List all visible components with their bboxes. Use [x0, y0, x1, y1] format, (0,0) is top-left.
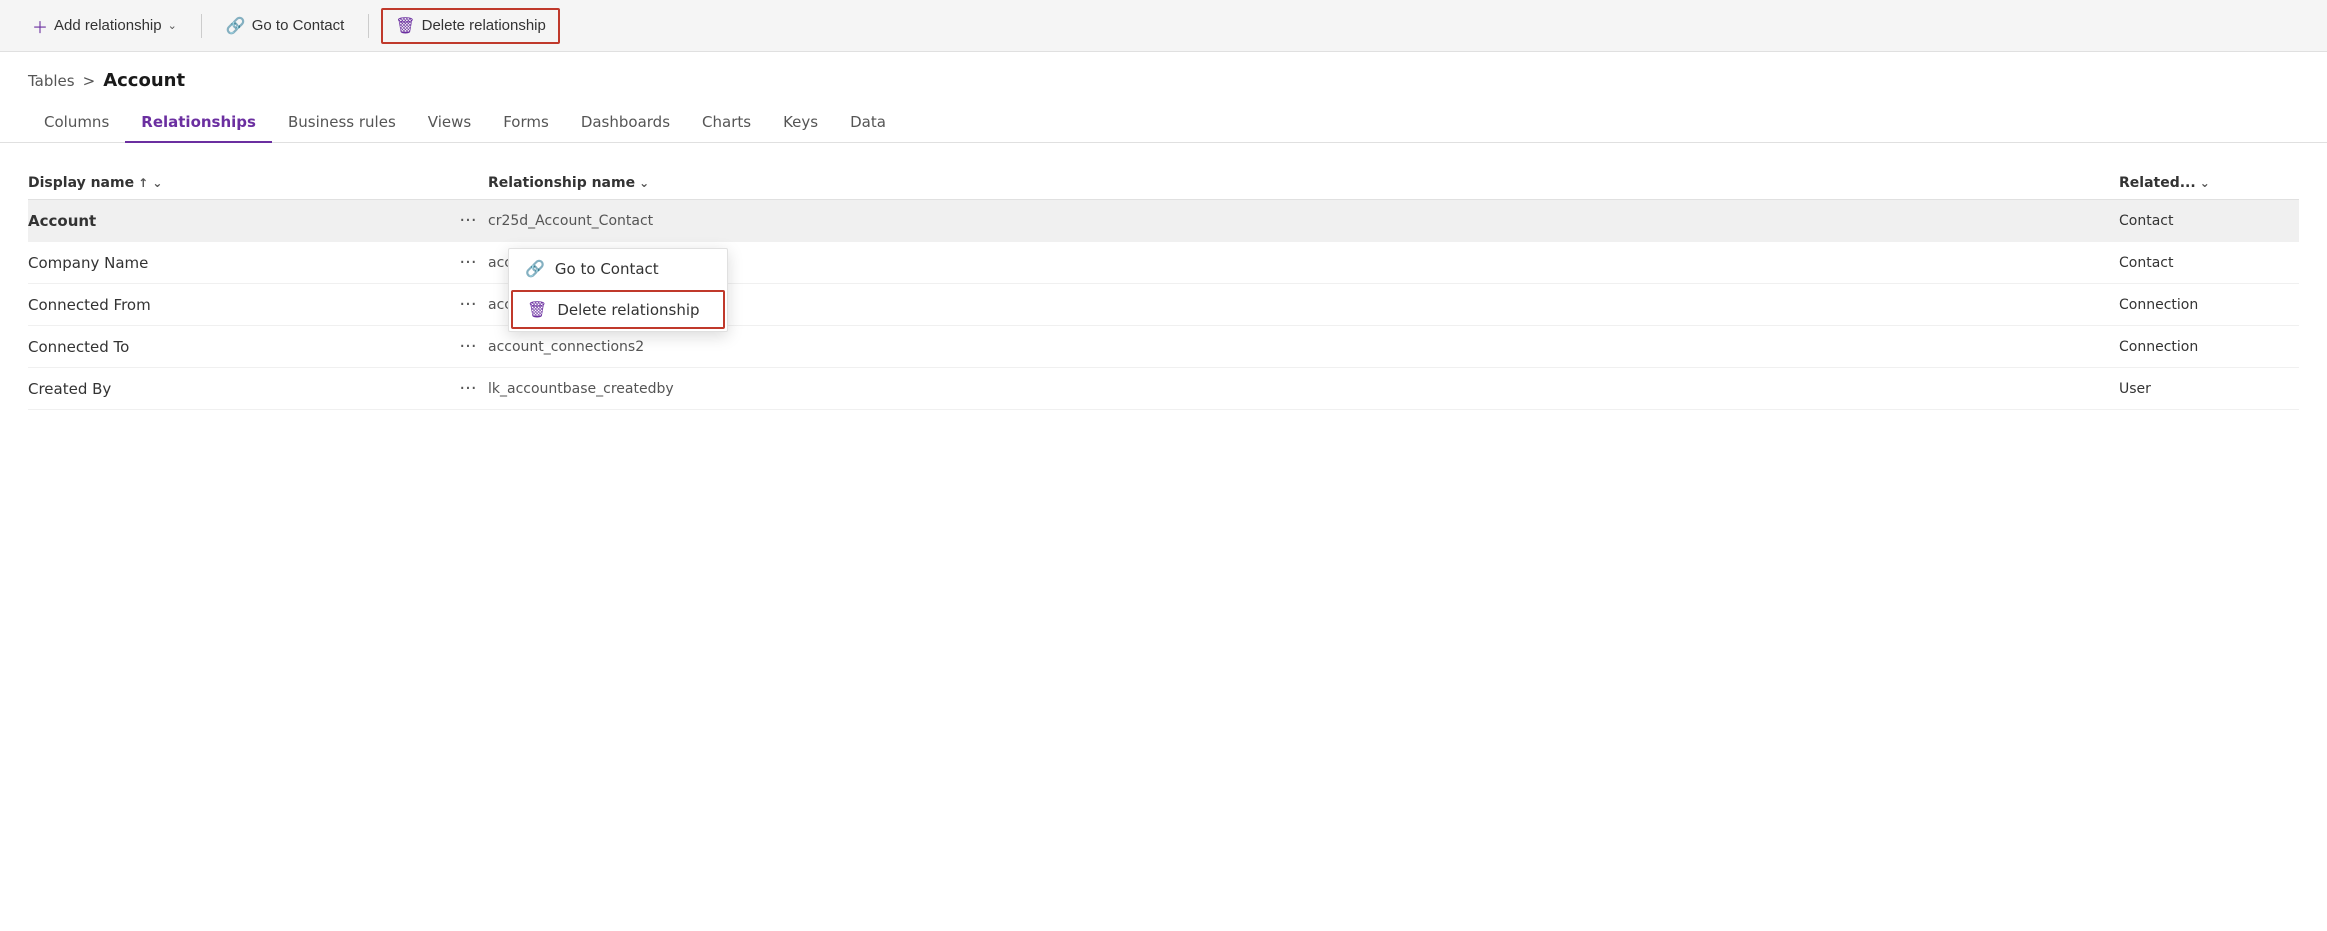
tab-forms[interactable]: Forms — [487, 103, 565, 143]
cell-rel-name: account_connections2 — [488, 339, 2119, 355]
tab-charts[interactable]: Charts — [686, 103, 767, 143]
breadcrumb: Tables > Account — [0, 52, 2327, 91]
cell-display-name: Account — [28, 212, 448, 230]
col-header-display-name: Display name ↑ ⌄ — [28, 175, 448, 191]
row-actions-button[interactable]: ··· — [448, 294, 488, 315]
add-relationship-button[interactable]: ＋ Add relationship ⌄ — [20, 8, 189, 44]
toolbar-separator-2 — [368, 14, 369, 38]
cell-related: User — [2119, 381, 2299, 397]
chevron-down-icon: ⌄ — [168, 19, 177, 32]
cell-rel-name: lk_accountbase_createdby — [488, 381, 2119, 397]
cell-display-name: Connected From — [28, 296, 448, 314]
table-row[interactable]: Connected From ··· account_connections1 … — [28, 284, 2299, 326]
delete-relationship-label: Delete relationship — [422, 17, 546, 34]
main-content: Display name ↑ ⌄ Relationship name ⌄ Rel… — [0, 143, 2327, 434]
table-header: Display name ↑ ⌄ Relationship name ⌄ Rel… — [28, 167, 2299, 200]
row-actions-button[interactable]: ··· — [448, 378, 488, 399]
context-delete-relationship-label: Delete relationship — [557, 301, 699, 319]
plus-icon: ＋ — [32, 14, 48, 38]
table-row[interactable]: Account ··· cr25d_Account_Contact Contac… — [28, 200, 2299, 242]
col-header-rel-name: Relationship name ⌄ — [488, 175, 2119, 191]
cell-related: Connection — [2119, 297, 2299, 313]
table-row[interactable]: Company Name ··· account_accounts Contac… — [28, 242, 2299, 284]
link-icon: 🔗 — [525, 259, 545, 278]
row-actions-button[interactable]: ··· — [448, 210, 488, 231]
cell-related: Contact — [2119, 255, 2299, 271]
row-actions-button[interactable]: ··· — [448, 252, 488, 273]
breadcrumb-current: Account — [103, 70, 185, 91]
trash-icon: 🗑 — [527, 300, 547, 319]
sort-icons-rel-name[interactable]: ⌄ — [639, 176, 649, 190]
link-icon: 🔗 — [226, 16, 246, 36]
col-header-related: Related... ⌄ — [2119, 175, 2299, 191]
tab-relationships[interactable]: Relationships — [125, 103, 272, 143]
cell-rel-name: account_connections1 — [488, 297, 2119, 313]
cell-related: Contact — [2119, 213, 2299, 229]
tab-views[interactable]: Views — [412, 103, 487, 143]
toolbar-separator — [201, 14, 202, 38]
cell-display-name: Created By — [28, 380, 448, 398]
context-go-to-contact[interactable]: 🔗 Go to Contact — [509, 249, 727, 288]
cell-rel-name: account_accounts — [488, 255, 2119, 271]
cell-display-name: Connected To — [28, 338, 448, 356]
tab-columns[interactable]: Columns — [28, 103, 125, 143]
context-go-to-contact-label: Go to Contact — [555, 260, 659, 278]
delete-relationship-button[interactable]: 🗑 Delete relationship — [381, 8, 560, 44]
go-to-contact-label: Go to Contact — [252, 17, 345, 34]
sort-icons-display-name[interactable]: ↑ ⌄ — [138, 176, 162, 190]
tab-data[interactable]: Data — [834, 103, 902, 143]
cell-rel-name: cr25d_Account_Contact — [488, 213, 2119, 229]
tabs-nav: Columns Relationships Business rules Vie… — [0, 91, 2327, 143]
breadcrumb-separator: > — [83, 72, 96, 90]
sort-icons-related[interactable]: ⌄ — [2200, 176, 2210, 190]
add-relationship-label: Add relationship — [54, 17, 162, 34]
table-row[interactable]: Connected To ··· account_connections2 Co… — [28, 326, 2299, 368]
tab-business-rules[interactable]: Business rules — [272, 103, 412, 143]
breadcrumb-tables-link[interactable]: Tables — [28, 72, 75, 90]
toolbar: ＋ Add relationship ⌄ 🔗 Go to Contact 🗑 D… — [0, 0, 2327, 52]
row-actions-button[interactable]: ··· — [448, 336, 488, 357]
cell-display-name: Company Name — [28, 254, 448, 272]
context-menu: 🔗 Go to Contact 🗑 Delete relationship — [508, 248, 728, 332]
tab-dashboards[interactable]: Dashboards — [565, 103, 686, 143]
go-to-contact-button[interactable]: 🔗 Go to Contact — [214, 10, 356, 42]
tab-keys[interactable]: Keys — [767, 103, 834, 143]
trash-icon: 🗑 — [395, 16, 415, 36]
table-row[interactable]: Created By ··· lk_accountbase_createdby … — [28, 368, 2299, 410]
context-delete-relationship[interactable]: 🗑 Delete relationship — [511, 290, 725, 329]
cell-related: Connection — [2119, 339, 2299, 355]
